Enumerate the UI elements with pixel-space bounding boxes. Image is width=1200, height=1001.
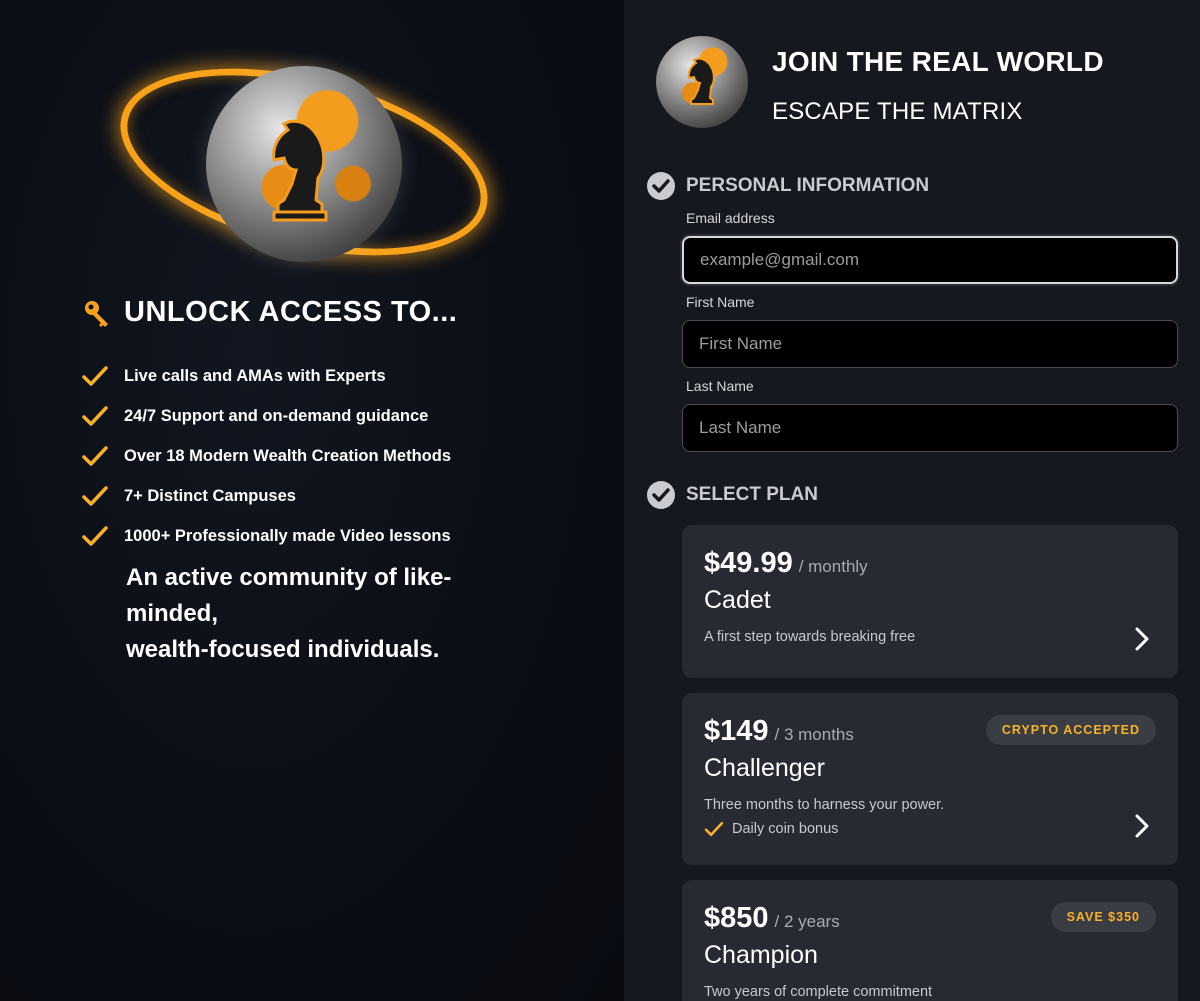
plan-price: $850: [704, 902, 769, 934]
last-name-field[interactable]: [682, 404, 1178, 452]
feature-text: 1000+ Professionally made Video lessons: [124, 526, 451, 545]
plan-name: Champion: [704, 941, 818, 969]
check-circle-icon: [647, 481, 675, 509]
unlock-title: UNLOCK ACCESS TO...: [124, 296, 458, 328]
price-row: $49.99 / monthly: [704, 547, 1156, 580]
first-name-label: First Name: [686, 294, 755, 310]
check-icon: [82, 526, 108, 546]
plan-name: Cadet: [704, 586, 771, 614]
check-icon: [82, 406, 108, 426]
feature-item: 1000+ Professionally made Video lessons: [82, 516, 451, 556]
plan-description: A first step towards breaking free: [704, 629, 916, 645]
check-icon: [82, 366, 108, 386]
chevron-right-icon: [1135, 627, 1149, 651]
check-icon: [82, 446, 108, 466]
unlock-heading-row: UNLOCK ACCESS TO...: [82, 296, 457, 329]
select-plan-label: SELECT PLAN: [686, 484, 818, 505]
plan-period: / 2 years: [774, 912, 840, 931]
brand-logo: [656, 36, 748, 128]
email-label: Email address: [686, 210, 775, 226]
feature-text: 24/7 Support and on-demand guidance: [124, 406, 429, 425]
select-plan-heading: SELECT PLAN: [646, 480, 818, 510]
email-field[interactable]: [682, 236, 1178, 284]
plan-description: Two years of complete commitment: [704, 984, 933, 1000]
features-list: Live calls and AMAs with Experts 24/7 Su…: [82, 356, 451, 556]
community-text: An active community of like- minded, wea…: [126, 560, 486, 668]
plan-bonus: Daily coin bonus: [704, 821, 1156, 837]
feature-text: Live calls and AMAs with Experts: [124, 366, 386, 385]
plan-card-champion[interactable]: $850 / 2 years Champion Two years of com…: [682, 880, 1178, 1001]
chevron-right-icon: [1135, 814, 1149, 838]
plan-period: / 3 months: [774, 725, 854, 744]
page-subtitle: ESCAPE THE MATRIX: [772, 98, 1023, 125]
check-icon: [82, 486, 108, 506]
personal-info-label: PERSONAL INFORMATION: [686, 175, 930, 196]
plan-price: $149: [704, 715, 769, 747]
plan-description: Three months to harness your power.: [704, 797, 945, 813]
check-icon: [704, 821, 724, 837]
community-line: An active community of like-: [126, 564, 452, 591]
plan-card-cadet[interactable]: $49.99 / monthly Cadet A first step towa…: [682, 525, 1178, 678]
save-badge: SAVE $350: [1050, 902, 1156, 932]
plan-name: Challenger: [704, 754, 825, 782]
feature-item: Over 18 Modern Wealth Creation Methods: [82, 436, 451, 476]
hero-logo: [101, 35, 507, 289]
crypto-badge: CRYPTO ACCEPTED: [985, 715, 1156, 745]
signup-panel: JOIN THE REAL WORLD ESCAPE THE MATRIX PE…: [624, 0, 1200, 1001]
key-icon: [85, 300, 108, 327]
feature-item: 24/7 Support and on-demand guidance: [82, 396, 451, 436]
knight-icon: [687, 57, 715, 105]
plan-period: / monthly: [798, 557, 868, 576]
plan-card-challenger[interactable]: $149 / 3 months Challenger Three months …: [682, 693, 1178, 865]
personal-info-heading: PERSONAL INFORMATION: [646, 171, 929, 201]
first-name-field[interactable]: [682, 320, 1178, 368]
community-line: minded,: [126, 600, 219, 627]
last-name-label: Last Name: [686, 378, 754, 394]
left-panel: UNLOCK ACCESS TO... Live calls and AMAs …: [0, 0, 624, 1001]
feature-item: Live calls and AMAs with Experts: [82, 356, 451, 396]
page-title: JOIN THE REAL WORLD: [772, 46, 1104, 77]
feature-text: 7+ Distinct Campuses: [124, 486, 296, 505]
plan-bonus-text: Daily coin bonus: [732, 821, 839, 837]
community-line: wealth-focused individuals.: [126, 636, 440, 663]
knight-icon: [272, 119, 328, 222]
feature-text: Over 18 Modern Wealth Creation Methods: [124, 446, 452, 465]
plan-price: $49.99: [704, 547, 793, 579]
check-circle-icon: [647, 172, 675, 200]
feature-item: 7+ Distinct Campuses: [82, 476, 451, 516]
